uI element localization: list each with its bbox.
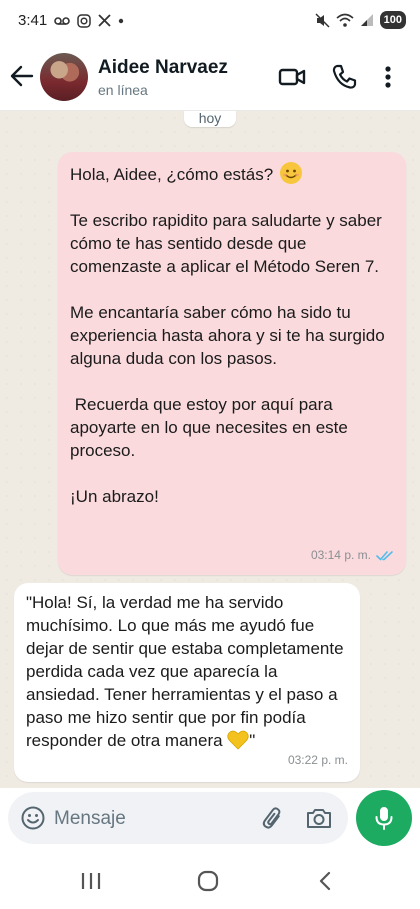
message-time: 03:14 p. m.	[310, 548, 371, 562]
status-bar: 3:41 100	[0, 0, 420, 44]
video-call-icon[interactable]	[277, 62, 307, 92]
status-left: 3:41	[18, 12, 124, 29]
camera-icon[interactable]	[305, 805, 333, 831]
message-input[interactable]	[52, 802, 256, 836]
message-paragraph: Me encantaría saber cómo ha sido tu expe…	[70, 303, 385, 368]
date-chip: hoy	[184, 111, 236, 127]
message-paragraph: Te escribo rapidito para saludarte y sab…	[70, 211, 382, 276]
message-paragraph: ¡Un abrazo!	[70, 487, 159, 506]
x-icon	[98, 14, 111, 27]
back-arrow-icon[interactable]	[8, 62, 36, 90]
status-time: 3:41	[18, 12, 48, 29]
yellow-heart-emoji-icon	[227, 730, 249, 750]
outgoing-message[interactable]: Hola, Aidee, ¿cómo estás? Te escribo rap…	[58, 152, 406, 575]
dot-icon	[119, 18, 124, 23]
status-right: 100	[315, 11, 406, 29]
double-check-icon	[376, 551, 393, 561]
message-time: 03:22 p. m.	[287, 753, 348, 767]
system-nav-bar	[0, 848, 420, 909]
contact-name[interactable]: Aidee Narvaez	[98, 57, 228, 79]
emoji-icon[interactable]	[20, 805, 46, 831]
message-meta: 03:14 p. m.	[311, 544, 394, 567]
message-paragraph: Recuerda que estoy por aquí para apoyart…	[70, 395, 353, 460]
message-input-container	[8, 792, 348, 844]
mute-icon	[315, 12, 330, 28]
mic-icon	[375, 807, 393, 830]
chat-area[interactable]: hoy Hola, Aidee, ¿cómo estás? Te escribo…	[0, 111, 420, 788]
avatar[interactable]	[40, 53, 88, 101]
contact-status: en línea	[98, 82, 148, 98]
battery-icon: 100	[379, 11, 406, 29]
message-paragraph: Hola, Aidee, ¿cómo estás?	[70, 162, 394, 186]
chat-header: Aidee Narvaez en línea	[0, 44, 420, 111]
smiling-face-emoji-icon	[279, 162, 302, 184]
voicemail-icon	[54, 16, 71, 25]
message-text: "Hola! Sí, la verdad me ha servido muchí…	[26, 593, 344, 750]
back-nav-icon[interactable]	[314, 870, 338, 892]
composer	[0, 788, 420, 848]
wifi-icon	[336, 13, 354, 27]
home-icon[interactable]	[196, 870, 220, 892]
incoming-message[interactable]: "Hola! Sí, la verdad me ha servido muchí…	[14, 583, 360, 782]
mic-button[interactable]	[356, 790, 412, 846]
attach-icon[interactable]	[260, 805, 286, 831]
recent-apps-icon[interactable]	[79, 870, 103, 892]
instagram-icon	[77, 13, 91, 28]
phone-icon[interactable]	[329, 62, 359, 92]
more-vert-icon[interactable]	[381, 62, 395, 92]
signal-icon	[360, 14, 373, 26]
